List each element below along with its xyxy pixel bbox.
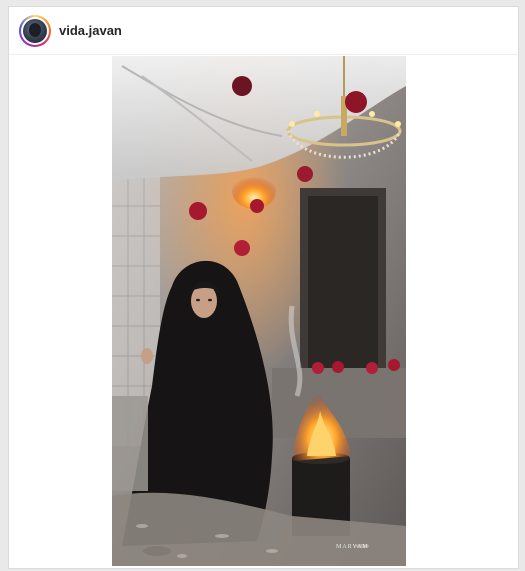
stone-block [112, 396, 148, 491]
username-link[interactable]: vida.javan [59, 23, 122, 38]
instagram-post: vida.javan MARYAM [8, 6, 519, 569]
photo-watermark: MARYAM [336, 544, 369, 550]
avatar[interactable] [23, 18, 47, 43]
story-ring[interactable] [19, 14, 51, 47]
post-header: vida.javan [9, 7, 518, 55]
avatar-frame [21, 16, 49, 45]
post-photo[interactable]: MARYAM [112, 56, 406, 566]
